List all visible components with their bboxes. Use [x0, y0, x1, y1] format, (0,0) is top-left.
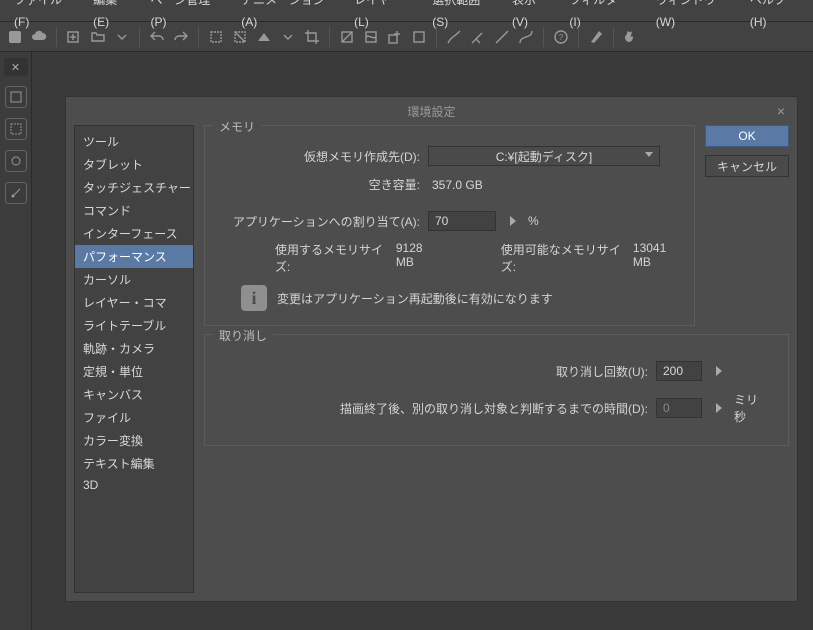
category-item[interactable]: カーソル — [75, 268, 193, 291]
category-item[interactable]: コマンド — [75, 199, 193, 222]
dialog-titlebar: 環境設定 × — [66, 97, 797, 125]
category-item[interactable]: テキスト編集 — [75, 452, 193, 475]
transform2-icon[interactable] — [360, 26, 382, 48]
menu-help[interactable]: ヘルプ(H) — [740, 0, 809, 33]
fill-icon[interactable] — [253, 26, 275, 48]
pen2-icon[interactable] — [467, 26, 489, 48]
preferences-dialog: 環境設定 × ツールタブレットタッチジェスチャーコマンドインターフェースパフォー… — [65, 96, 798, 602]
dropdown-icon[interactable] — [111, 26, 133, 48]
chevron-right-icon[interactable] — [510, 216, 516, 226]
category-list: ツールタブレットタッチジェスチャーコマンドインターフェースパフォーマンスカーソル… — [74, 125, 194, 593]
new-icon[interactable] — [63, 26, 85, 48]
tool-palette-rail: ✕ — [0, 52, 32, 630]
memory-group: メモリ 仮想メモリ作成先(D): C:¥[起動ディスク] 空き容量: 357.0… — [204, 125, 695, 326]
memory-legend: メモリ — [213, 118, 261, 135]
undo-icon[interactable] — [146, 26, 168, 48]
vm-dest-label: 仮想メモリ作成先(D): — [215, 148, 420, 165]
undo-time-input[interactable]: 0 — [656, 398, 702, 418]
ok-button[interactable]: OK — [705, 125, 789, 147]
app-alloc-suffix: % — [528, 214, 539, 228]
menubar: ファイル(F) 編集(E) ページ管理(P) アニメーション(A) レイヤー(L… — [0, 0, 813, 22]
dialog-title-text: 環境設定 — [407, 103, 455, 120]
open-icon[interactable] — [87, 26, 109, 48]
chevron-down-icon — [645, 152, 653, 157]
category-item[interactable]: 3D — [75, 475, 193, 495]
cloud-icon[interactable] — [28, 26, 50, 48]
use-size-value: 9128 MB — [396, 241, 441, 275]
pentool-icon[interactable] — [585, 26, 607, 48]
rail-close-icon[interactable]: ✕ — [4, 58, 28, 76]
app-alloc-label: アプリケーションへの割り当て(A): — [215, 213, 420, 230]
category-item[interactable]: タッチジェスチャー — [75, 176, 193, 199]
category-item[interactable]: パフォーマンス — [75, 245, 193, 268]
free-space-value: 357.0 GB — [428, 178, 660, 192]
undo-time-suffix: ミリ秒 — [734, 391, 768, 425]
dialog-close-button[interactable]: × — [773, 103, 789, 119]
category-item[interactable]: カラー変換 — [75, 429, 193, 452]
transform1-icon[interactable] — [336, 26, 358, 48]
vm-dest-value: C:¥[起動ディスク] — [496, 148, 593, 165]
rail-tool-2[interactable] — [5, 118, 27, 140]
add-icon[interactable] — [384, 26, 406, 48]
category-item[interactable]: インターフェース — [75, 222, 193, 245]
info-icon: i — [241, 285, 267, 311]
avail-size-value: 13041 MB — [633, 241, 684, 275]
tool-icon-1[interactable] — [4, 26, 26, 48]
category-item[interactable]: キャンバス — [75, 383, 193, 406]
undo-count-label: 取り消し回数(U): — [556, 363, 648, 380]
category-item[interactable]: 軌跡・カメラ — [75, 337, 193, 360]
crop-icon[interactable] — [301, 26, 323, 48]
undo-time-label: 描画終了後、別の取り消し対象と判断するまでの時間(D): — [340, 400, 648, 417]
rail-tool-1[interactable] — [5, 86, 27, 108]
chevron-right-icon[interactable] — [716, 366, 722, 376]
curve-icon[interactable] — [515, 26, 537, 48]
undo-legend: 取り消し — [213, 327, 273, 344]
select-icon[interactable] — [205, 26, 227, 48]
layer-icon[interactable] — [408, 26, 430, 48]
svg-text:?: ? — [559, 33, 564, 42]
app-alloc-input[interactable]: 70 — [428, 211, 496, 231]
chevron-right-icon[interactable] — [716, 403, 722, 413]
dropdown2-icon[interactable] — [277, 26, 299, 48]
undo-group: 取り消し 取り消し回数(U): 200 描画終了後、別の取り消し対象と判断するま… — [204, 334, 789, 446]
category-item[interactable]: レイヤー・コマ — [75, 291, 193, 314]
memory-info-text: 変更はアプリケーション再起動後に有効になります — [277, 290, 553, 307]
cancel-button[interactable]: キャンセル — [705, 155, 789, 177]
redo-icon[interactable] — [170, 26, 192, 48]
pen1-icon[interactable] — [443, 26, 465, 48]
use-size-label: 使用するメモリサイズ: — [275, 241, 390, 275]
rail-tool-3[interactable] — [5, 150, 27, 172]
flame-icon[interactable] — [620, 26, 642, 48]
line-icon[interactable] — [491, 26, 513, 48]
category-item[interactable]: ツール — [75, 130, 193, 153]
vm-dest-select[interactable]: C:¥[起動ディスク] — [428, 146, 660, 166]
free-space-label: 空き容量: — [215, 176, 420, 193]
avail-size-label: 使用可能なメモリサイズ: — [501, 241, 627, 275]
help-icon[interactable]: ? — [550, 26, 572, 48]
category-item[interactable]: ライトテーブル — [75, 314, 193, 337]
category-item[interactable]: 定規・単位 — [75, 360, 193, 383]
deselect-icon[interactable] — [229, 26, 251, 48]
category-item[interactable]: ファイル — [75, 406, 193, 429]
category-item[interactable]: タブレット — [75, 153, 193, 176]
rail-tool-4[interactable] — [5, 182, 27, 204]
undo-count-input[interactable]: 200 — [656, 361, 702, 381]
menu-window[interactable]: ウィンドウ(W) — [646, 0, 740, 33]
